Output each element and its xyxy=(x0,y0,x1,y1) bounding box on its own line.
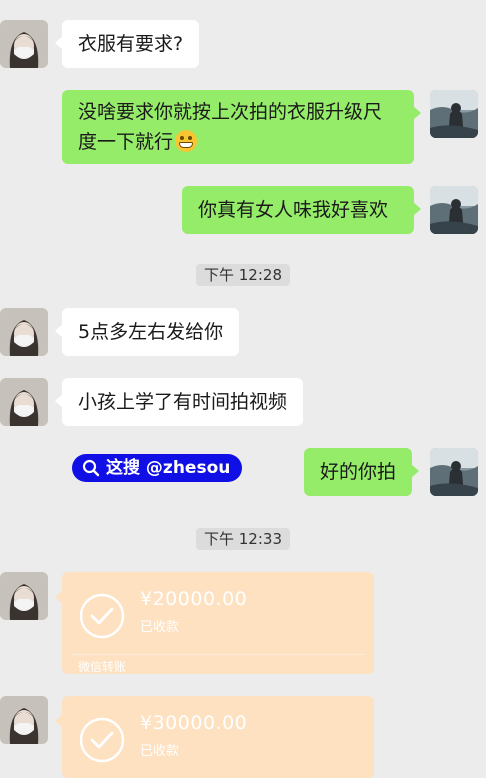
message-bubble[interactable]: 小孩上学了有时间拍视频 xyxy=(54,378,304,426)
avatar[interactable] xyxy=(0,20,48,68)
transfer-status: 已收款 xyxy=(140,620,180,635)
timestamp: 下午 12:33 xyxy=(196,528,290,550)
avatar[interactable] xyxy=(0,572,48,620)
message-bubble[interactable]: 没啥要求你就按上次拍的衣服升级尺 度一下就行 xyxy=(62,90,421,164)
message-text: 衣服有要求? xyxy=(78,33,184,55)
message-text: 没啥要求你就按上次拍的衣服升级尺 xyxy=(78,101,383,123)
message-bubble[interactable]: 5点多左右发给你 xyxy=(54,308,240,356)
avatar[interactable] xyxy=(0,696,48,744)
divider xyxy=(72,654,364,655)
transfer-status: 已收款 xyxy=(140,744,180,759)
transfer-amount: ¥30000.00 xyxy=(140,712,248,734)
received-check-icon xyxy=(79,593,125,639)
avatar[interactable] xyxy=(430,448,478,496)
avatar[interactable] xyxy=(430,90,478,138)
watermark-badge: 这搜 @zhesou xyxy=(72,454,242,482)
avatar[interactable] xyxy=(0,378,48,426)
transfer-amount: ¥20000.00 xyxy=(140,588,248,610)
watermark-label: 这搜 @zhesou xyxy=(106,458,231,478)
received-check-icon xyxy=(79,717,125,763)
avatar[interactable] xyxy=(0,308,48,356)
message-text: 小孩上学了有时间拍视频 xyxy=(78,391,288,413)
message-bubble[interactable]: 你真有女人味我好喜欢 xyxy=(182,186,421,234)
message-text: 5点多左右发给你 xyxy=(78,321,224,343)
message-text: 度一下就行 xyxy=(78,131,174,153)
message-text: 你真有女人味我好喜欢 xyxy=(198,199,389,221)
message-bubble[interactable]: 好的你拍 xyxy=(304,448,420,496)
search-icon xyxy=(82,459,100,477)
grin-emoji-icon xyxy=(175,130,198,152)
transfer-card[interactable]: ¥20000.00 已收款 微信转账 xyxy=(55,572,374,674)
timestamp: 下午 12:28 xyxy=(196,264,290,286)
avatar[interactable] xyxy=(430,186,478,234)
transfer-footer: 微信转账 xyxy=(78,660,127,674)
message-bubble[interactable]: 衣服有要求? xyxy=(54,20,200,68)
message-text: 好的你拍 xyxy=(320,461,397,483)
transfer-card[interactable]: ¥30000.00 已收款 xyxy=(55,696,374,778)
